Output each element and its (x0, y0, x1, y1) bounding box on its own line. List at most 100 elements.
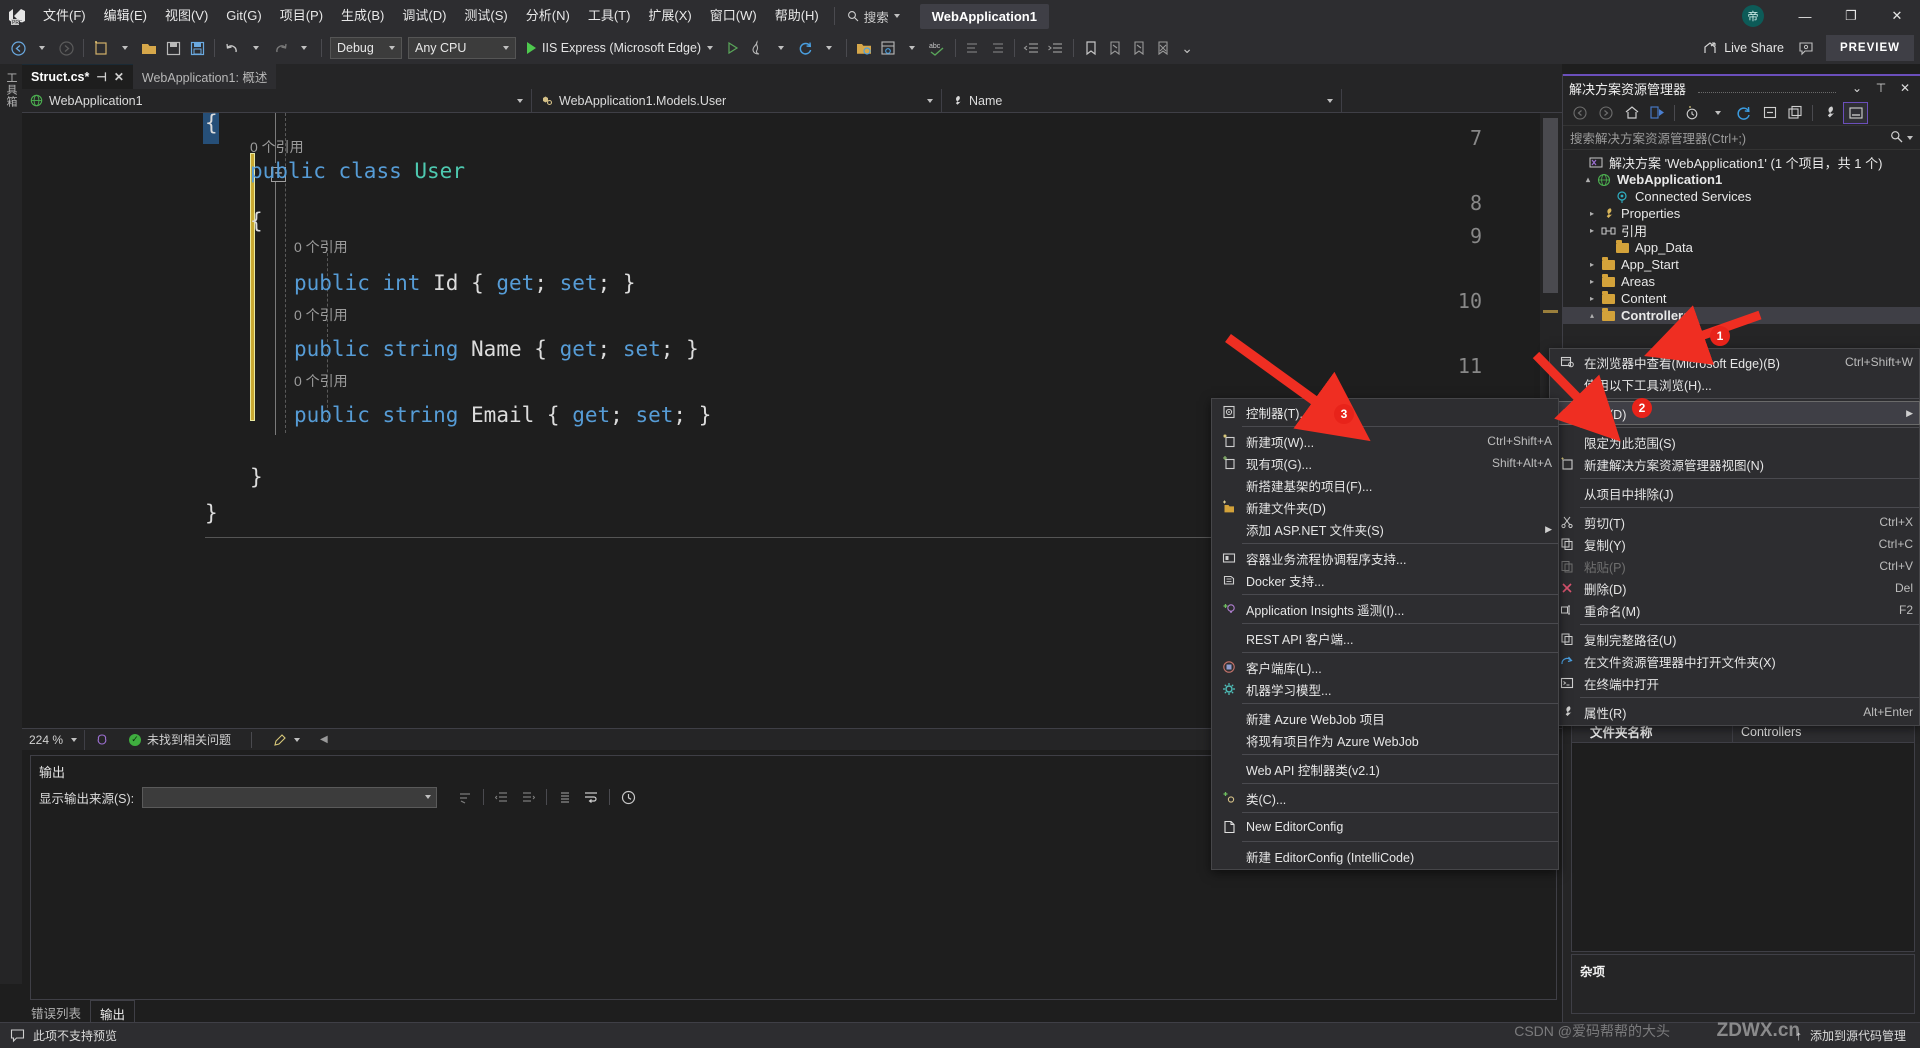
redo-icon[interactable] (268, 36, 292, 60)
history-clock-icon[interactable] (616, 786, 640, 808)
home-icon[interactable] (1619, 102, 1644, 124)
menu-view-in-browser[interactable]: 在浏览器中查看(Microsoft Edge)(B) Ctrl+Shift+W (1550, 351, 1919, 373)
undo-icon[interactable] (220, 36, 244, 60)
search-icon[interactable] (1890, 130, 1903, 146)
menu-new-folder[interactable]: 新建文件夹(D) (1212, 496, 1558, 518)
feedback-icon[interactable] (1794, 36, 1818, 60)
avatar[interactable]: 帝 (1742, 5, 1764, 27)
tab-struct-cs[interactable]: Struct.cs* ⊣ ✕ (22, 64, 133, 89)
output-source-combo[interactable] (142, 787, 437, 808)
solution-config-combo[interactable]: Debug (330, 37, 402, 59)
preview-selected-items-icon[interactable] (1843, 102, 1868, 124)
go-to-next-icon[interactable] (516, 786, 540, 808)
codelens-reference-4[interactable]: 0 个引用 (294, 371, 348, 391)
tree-item-app-start[interactable]: ▸ App_Start (1563, 256, 1920, 273)
codelens-reference-1[interactable]: 0 个引用 (250, 137, 304, 157)
menu-machine-learning-model[interactable]: 机器学习模型... (1212, 678, 1558, 700)
codelens-reference-3[interactable]: 0 个引用 (294, 305, 348, 325)
issues-status[interactable]: ✓ 未找到相关问题 (119, 730, 241, 750)
tree-item-solution[interactable]: 解决方案 'WebApplication1' (1 个项目，共 1 个) (1563, 154, 1920, 171)
menu-git[interactable]: Git(G) (217, 0, 270, 32)
tree-expander[interactable]: ▸ (1585, 226, 1599, 235)
main-menu-bar[interactable]: 文件(F) 编辑(E) 视图(V) Git(G) 项目(P) 生成(B) 调试(… (34, 0, 828, 32)
collapse-pane-button[interactable]: ◀ (310, 730, 338, 750)
navbar-type-combo[interactable]: WebApplication1.Models.User (532, 89, 942, 113)
tab-webapplication1-overview[interactable]: WebApplication1: 概述 (133, 64, 277, 89)
menu-add-controller[interactable]: 控制器(T)... (1212, 401, 1558, 423)
properties-dropdown-icon[interactable] (900, 36, 924, 60)
chevron-down-icon[interactable]: ⌄ (1848, 79, 1866, 97)
forward-nav-icon[interactable] (54, 36, 78, 60)
uncomment-lines-icon[interactable] (985, 36, 1009, 60)
properties-wrench-icon[interactable] (1817, 102, 1842, 124)
collapse-all-icon[interactable] (1757, 102, 1782, 124)
toggle-word-wrap-icon[interactable] (579, 786, 603, 808)
menu-rest-api-client[interactable]: REST API 客户端... (1212, 627, 1558, 649)
comment-lines-icon[interactable] (961, 36, 985, 60)
start-debug-button[interactable]: IIS Express (Microsoft Edge) (519, 36, 721, 60)
start-without-debug-icon[interactable] (721, 36, 745, 60)
menu-add-aspnet-folder[interactable]: 添加 ASP.NET 文件夹(S) ▶ (1212, 518, 1558, 540)
code-cleanup-button[interactable] (262, 730, 310, 750)
tree-item-properties[interactable]: ▸ Properties (1563, 205, 1920, 222)
menu-properties[interactable]: 属性(R) Alt+Enter (1550, 701, 1919, 723)
pin-icon[interactable]: ⊣ (96, 70, 106, 84)
solution-platform-combo[interactable]: Any CPU (408, 37, 516, 59)
menu-add-class[interactable]: 类(C)... (1212, 787, 1558, 809)
menu-web-api-controller-class[interactable]: Web API 控制器类(v2.1) (1212, 758, 1558, 780)
menu-new-solution-explorer-view[interactable]: 新建解决方案资源管理器视图(N) (1550, 453, 1919, 475)
zoom-selector[interactable]: 224 % (22, 730, 85, 750)
indent-icon[interactable] (1044, 36, 1068, 60)
tree-expander[interactable]: ▸ (1585, 277, 1599, 286)
menu-client-side-library[interactable]: 客户端库(L)... (1212, 656, 1558, 678)
menu-open-in-terminal[interactable]: 在终端中打开 (1550, 672, 1919, 694)
menu-copy-full-path[interactable]: 复制完整路径(U) (1550, 628, 1919, 650)
menu-docker-support[interactable]: Docker 支持... (1212, 569, 1558, 591)
outdent-icon[interactable] (1020, 36, 1044, 60)
next-bookmark-icon[interactable] (1127, 36, 1151, 60)
prev-bookmark-icon[interactable] (1103, 36, 1127, 60)
menu-new-azure-webjob-project[interactable]: 新建 Azure WebJob 项目 (1212, 707, 1558, 729)
tree-item-references[interactable]: ▸ 引用 (1563, 222, 1920, 239)
switch-views-icon[interactable] (1645, 102, 1670, 124)
context-menu-add-submenu[interactable]: 控制器(T)... 新建项(W)... Ctrl+Shift+A 现有项(G).… (1211, 398, 1559, 870)
menu-build[interactable]: 生成(B) (332, 0, 393, 32)
menu-add[interactable]: 添加(D) ▶ (1550, 402, 1919, 424)
chevron-down-icon[interactable] (1907, 136, 1913, 140)
menu-new-editorconfig[interactable]: New EditorConfig (1212, 816, 1558, 838)
menu-analyze[interactable]: 分析(N) (517, 0, 579, 32)
menu-tools[interactable]: 工具(T) (579, 0, 640, 32)
refresh-dropdown-icon[interactable] (817, 36, 841, 60)
hot-reload-icon[interactable] (745, 36, 769, 60)
open-file-icon[interactable] (137, 36, 161, 60)
menu-new-scaffolded-item[interactable]: 新搭建基架的项目(F)... (1212, 474, 1558, 496)
editor-scrollbar-thumb[interactable] (1543, 118, 1558, 293)
navbar-member-combo[interactable]: Name (942, 89, 1342, 113)
toolbox-strip[interactable]: 工具箱 (0, 64, 22, 984)
menu-copy[interactable]: 复制(Y) Ctrl+C (1550, 533, 1919, 555)
menu-debug[interactable]: 调试(D) (393, 0, 455, 32)
live-share-button[interactable]: Live Share (1692, 35, 1794, 61)
hot-reload-dropdown-icon[interactable] (769, 36, 793, 60)
menu-open-folder-in-explorer[interactable]: 在文件资源管理器中打开文件夹(X) (1550, 650, 1919, 672)
refresh-icon[interactable] (1731, 102, 1756, 124)
intellicode-indicator[interactable] (85, 730, 119, 750)
context-menu-folder[interactable]: 在浏览器中查看(Microsoft Edge)(B) Ctrl+Shift+W … (1549, 348, 1920, 726)
solution-explorer-search[interactable]: 搜索解决方案资源管理器(Ctrl+;) (1563, 126, 1920, 150)
solution-name-chip[interactable]: WebApplication1 (920, 4, 1049, 29)
navigate-back-icon[interactable] (1567, 102, 1592, 124)
redo-dropdown-icon[interactable] (292, 36, 316, 60)
close-icon[interactable]: ✕ (114, 70, 124, 84)
minimize-button[interactable]: — (1782, 0, 1828, 32)
back-nav-icon[interactable] (6, 36, 30, 60)
close-icon[interactable]: ✕ (1896, 79, 1914, 97)
status-right-group[interactable]: ↑ 添加到源代码管理 (1795, 1027, 1920, 1044)
menu-new-editorconfig-intellicode[interactable]: 新建 EditorConfig (IntelliCode) (1212, 845, 1558, 867)
menu-delete[interactable]: 删除(D) Del (1550, 577, 1919, 599)
menu-container-orchestrator-support[interactable]: 容器业务流程协调程序支持... (1212, 547, 1558, 569)
menu-exclude-from-project[interactable]: 从项目中排除(J) (1550, 482, 1919, 504)
new-project-dropdown-icon[interactable] (113, 36, 137, 60)
find-message-icon[interactable] (453, 786, 477, 808)
new-project-icon[interactable] (89, 36, 113, 60)
menu-browse-with[interactable]: 使用以下工具浏览(H)... (1550, 373, 1919, 395)
